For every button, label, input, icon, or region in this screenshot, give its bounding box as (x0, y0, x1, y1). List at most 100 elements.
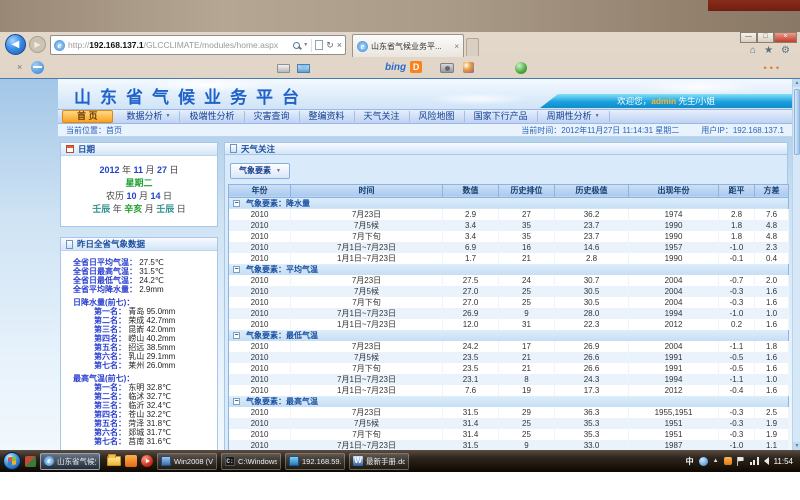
table-cell: 2010 (229, 352, 291, 363)
group-title: 气象要素：最低气温 (246, 331, 318, 340)
nav-item[interactable]: 灾害查询 (245, 111, 300, 122)
weather-summary-line: 全省日平均气温： 27.5℃ (64, 258, 214, 267)
folder-icon[interactable] (107, 456, 121, 466)
collapse-icon[interactable]: − (233, 332, 240, 339)
scrollbar-thumb[interactable] (794, 89, 800, 155)
weather-rank-line: 第七名： 莱州 26.0mm (64, 361, 214, 370)
url-text[interactable]: http://192.168.137.1/GLCCLIMATE/modules/… (68, 40, 290, 50)
bing-logo[interactable]: bing D (385, 61, 422, 73)
network-icon[interactable] (750, 457, 759, 465)
table-cell: 36.3 (555, 407, 629, 418)
table-cell: 7月23日 (291, 275, 443, 286)
refresh-icon[interactable]: ↻ (326, 40, 334, 50)
nav-item[interactable]: 周期性分析▼ (538, 111, 610, 122)
card-reader-icon[interactable] (277, 64, 290, 73)
calendar-text: 月 (136, 191, 150, 201)
stop-icon[interactable]: × (337, 40, 342, 50)
table-row: 20107月23日24.21726.92004-1.11.8 (229, 341, 789, 352)
favorites-star-icon[interactable]: ★ (764, 45, 773, 56)
nav-item[interactable]: 天气关注 (355, 111, 410, 122)
page-scrollbar[interactable]: ▲ ▼ (792, 79, 800, 450)
nav-item[interactable]: 国家下行产品 (465, 111, 538, 122)
sparkle-icon[interactable] (463, 62, 474, 73)
table-cell: 26.9 (443, 308, 499, 319)
table-cell: 26.9 (555, 341, 629, 352)
table-row: 20107月下旬3.43523.719901.84.8 (229, 231, 789, 242)
taskbar-window-button[interactable]: Win2008 (VS2... (157, 453, 217, 470)
taskbar-window-label: C:\Windows\s... (238, 457, 277, 466)
nav-item[interactable]: 极端性分析 (180, 111, 244, 122)
rank-value: 莒南 31.6℃ (126, 437, 171, 446)
start-button[interactable] (3, 452, 21, 470)
desktop-background (0, 0, 800, 32)
new-tab-button[interactable] (466, 38, 479, 56)
camera-icon[interactable] (440, 63, 454, 73)
back-button[interactable]: ◀ (5, 34, 26, 55)
collapse-icon[interactable]: − (233, 398, 240, 405)
mail-icon[interactable] (297, 64, 310, 73)
overflow-dots-icon[interactable]: ••• (764, 63, 782, 73)
main-panel-title: 天气关注 (241, 143, 275, 155)
command-bar: × bing D ••• (0, 58, 800, 78)
tools-gear-icon[interactable]: ⚙ (781, 45, 790, 56)
calendar-text: 辛亥 (124, 204, 142, 214)
browser-tab[interactable]: e 山东省气候业务平... × (352, 34, 464, 57)
action-center-flag-icon[interactable] (737, 457, 745, 466)
tray-app-icon[interactable] (699, 457, 708, 466)
close-button[interactable]: × (774, 32, 797, 43)
collapse-icon[interactable]: − (233, 266, 240, 273)
globe-icon[interactable] (515, 62, 527, 74)
hidden-icons-arrow[interactable]: ▲ (713, 458, 719, 464)
calendar-panel: 日期 2012 年 11 月 27 日星期二农历 10 月 14 日壬辰 年 辛… (60, 142, 218, 227)
taskbar-window-button[interactable]: C:C:\Windows\s... (221, 453, 281, 470)
scroll-up-icon[interactable]: ▲ (793, 79, 800, 87)
table-cell: 7月5候 (291, 286, 443, 297)
rank-label: 第五名： (94, 419, 126, 428)
table-row: 20107月下旬27.02530.52004-0.31.6 (229, 297, 789, 308)
nav-item[interactable]: 风险地图 (410, 111, 465, 122)
pinned-app-icon[interactable] (25, 456, 36, 467)
rank-value: 临沭 32.7℃ (126, 392, 171, 401)
table-cell: 1.6 (755, 363, 789, 374)
calendar-text: 2012 (99, 165, 119, 175)
scroll-down-icon[interactable]: ▼ (793, 442, 800, 450)
forward-button[interactable]: ▶ (29, 36, 46, 53)
nav-item-label: 风险地图 (419, 111, 455, 122)
table-cell: 29 (499, 407, 555, 418)
tray-orange-icon[interactable] (724, 457, 732, 465)
screen: ◀ ▶ e http://192.168.137.1/GLCCLIMATE/mo… (0, 0, 800, 500)
tab-close-icon[interactable]: × (454, 42, 459, 51)
blocked-content-icon[interactable] (31, 61, 44, 74)
nav-item[interactable]: 首 页 (62, 110, 113, 123)
calendar-text: 农历 (106, 191, 127, 201)
player-app-icon[interactable] (141, 455, 153, 467)
ime-indicator[interactable]: 中 (686, 456, 694, 467)
volume-icon[interactable] (764, 457, 769, 465)
command-bar-close-icon[interactable]: × (17, 62, 22, 72)
address-bar[interactable]: e http://192.168.137.1/GLCCLIMATE/module… (50, 35, 346, 55)
collapse-icon[interactable]: − (233, 200, 240, 207)
cmd-icon: C: (225, 456, 235, 466)
compatibility-view-icon[interactable] (315, 40, 323, 50)
calendar-text: 月 (143, 165, 157, 175)
home-icon[interactable]: ⌂ (750, 45, 756, 56)
clock[interactable]: 11:54 (774, 457, 793, 466)
rank-label: 第六名： (94, 352, 126, 361)
weather-rank-line: 第二名： 荣成 42.7mm (64, 316, 214, 325)
table-row: 20107月5候23.52126.61991-0.51.6 (229, 352, 789, 363)
column-header: 时间 (291, 184, 443, 197)
nav-item[interactable]: 整编资料 (300, 111, 355, 122)
element-filter-button[interactable]: 气象要素 ▼ (230, 163, 290, 179)
taskbar-window-button[interactable]: e山东省气候业务平... (40, 453, 100, 470)
minimize-button[interactable]: — (740, 32, 757, 43)
table-row: 20107月23日2.92736.219742.87.6 (229, 209, 789, 220)
app-icon (161, 456, 171, 466)
search-icon[interactable] (293, 42, 300, 49)
taskbar-window-button[interactable]: 192.168.59.99... (285, 453, 345, 470)
group-title-cell: −气象要素：最高气温 (229, 396, 789, 407)
maximize-button[interactable]: □ (757, 32, 774, 43)
taskbar-window-button[interactable]: W最新手册.docx ... (349, 453, 409, 470)
media-app-icon[interactable] (125, 455, 137, 467)
chevron-down-icon[interactable]: ▼ (303, 42, 308, 48)
nav-item[interactable]: 数据分析▼ (118, 111, 181, 122)
